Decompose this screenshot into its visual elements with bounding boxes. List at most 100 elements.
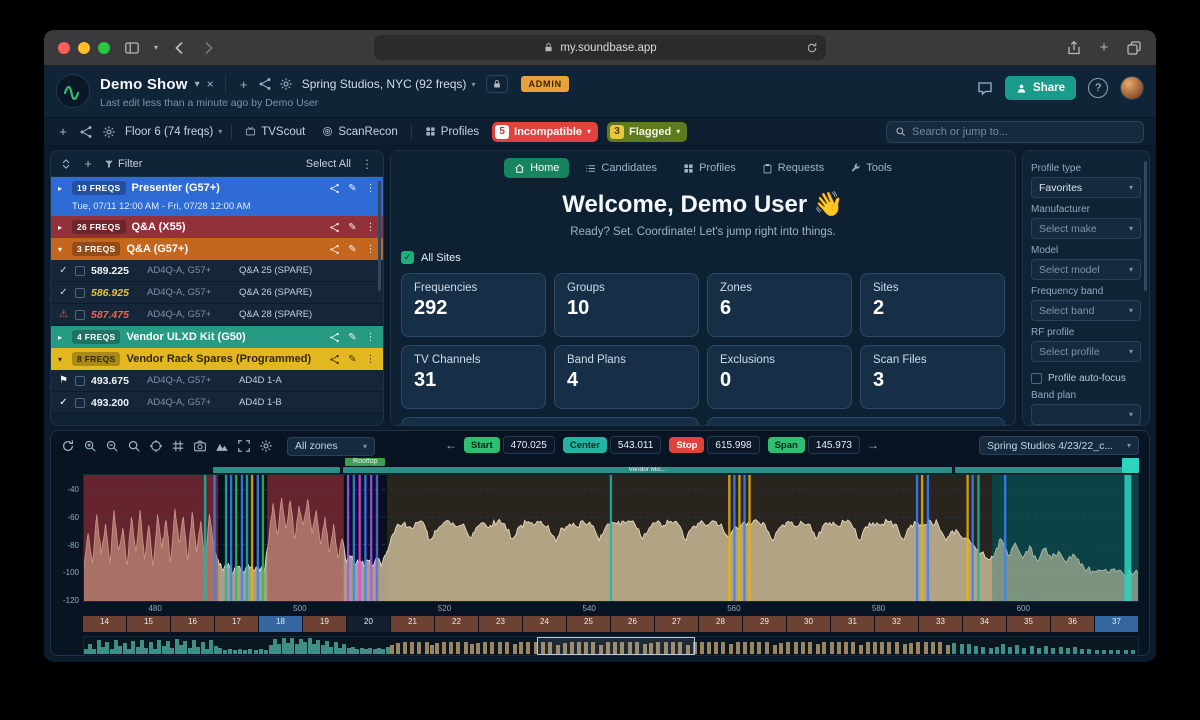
stat-card-groups[interactable]: Groups 10 xyxy=(554,273,699,337)
step-right-button[interactable]: → xyxy=(867,438,879,452)
scanrecon-button[interactable]: ScanRecon xyxy=(318,124,401,140)
tv-channel-34[interactable]: 34 xyxy=(963,616,1007,632)
help-button[interactable]: ? xyxy=(1088,78,1108,98)
close-window-button[interactable] xyxy=(58,41,70,54)
kebab-menu-icon[interactable]: ⋮ xyxy=(365,354,376,365)
share-icon[interactable] xyxy=(258,77,272,91)
kebab-menu-icon[interactable]: ⋮ xyxy=(360,157,374,171)
tv-channel-14[interactable]: 14 xyxy=(83,616,127,632)
edit-icon[interactable]: ✎ xyxy=(347,222,358,233)
share-icon[interactable] xyxy=(329,222,340,233)
row-checkbox[interactable] xyxy=(75,375,85,386)
soundbase-logo[interactable] xyxy=(56,74,90,108)
select-rf-profile[interactable]: Select profile ▾ xyxy=(1031,341,1141,362)
chevron-right-icon[interactable]: ▸ xyxy=(58,333,66,342)
tv-channel-26[interactable]: 26 xyxy=(611,616,655,632)
reload-icon[interactable] xyxy=(61,439,75,453)
kebab-menu-icon[interactable]: ⋮ xyxy=(365,332,376,343)
select-profile-type[interactable]: Favorites ▾ xyxy=(1031,177,1141,198)
target-icon[interactable] xyxy=(149,439,163,453)
edit-icon[interactable]: ✎ xyxy=(347,354,358,365)
tv-channel-35[interactable]: 35 xyxy=(1007,616,1051,632)
global-search[interactable] xyxy=(886,120,1144,143)
tv-channel-24[interactable]: 24 xyxy=(523,616,567,632)
row-checkbox[interactable] xyxy=(75,265,85,276)
zones-selector[interactable]: All zones ▾ xyxy=(287,436,375,456)
spec-span-value[interactable]: 145.973 xyxy=(807,436,860,454)
tv-channel-31[interactable]: 31 xyxy=(831,616,875,632)
tv-channel-27[interactable]: 27 xyxy=(655,616,699,632)
step-left-button[interactable]: ← xyxy=(445,438,457,452)
stat-card-band-plans[interactable]: Band Plans 4 xyxy=(554,345,699,409)
tv-channel-32[interactable]: 32 xyxy=(875,616,919,632)
row-checkbox[interactable] xyxy=(75,287,85,298)
chevron-down-icon[interactable]: ▾ xyxy=(58,245,66,254)
new-tab-button[interactable]: + xyxy=(1096,40,1112,56)
row-checkbox[interactable] xyxy=(75,309,85,320)
spec-stop-value[interactable]: 615.998 xyxy=(707,436,760,454)
select-model[interactable]: Select model ▾ xyxy=(1031,259,1141,280)
tab-candidates[interactable]: Candidates xyxy=(575,158,667,178)
tv-channel-19[interactable]: 19 xyxy=(303,616,347,632)
tv-channel-21[interactable]: 21 xyxy=(391,616,435,632)
tv-channel-23[interactable]: 23 xyxy=(479,616,523,632)
frequency-row[interactable]: ⚑ 493.675 AD4Q-A, G57+ AD4D 1-A xyxy=(51,370,383,392)
site-selector[interactable]: Spring Studios, NYC (92 freqs) ▾ xyxy=(302,77,476,91)
kebab-menu-icon[interactable]: ⋮ xyxy=(365,244,376,255)
tv-channel-30[interactable]: 30 xyxy=(787,616,831,632)
minimap[interactable] xyxy=(83,636,1139,656)
chevron-down-icon[interactable]: ▾ xyxy=(58,355,66,364)
stat-card-zones[interactable]: Zones 6 xyxy=(707,273,852,337)
frequency-row[interactable]: ✓ 493.200 AD4Q-A, G57+ AD4D 1-B xyxy=(51,392,383,414)
share-icon[interactable] xyxy=(79,125,93,139)
tab-requests[interactable]: Requests xyxy=(752,158,834,178)
settings-gear-icon[interactable] xyxy=(279,77,293,91)
show-selector-chevron-icon[interactable]: ▾ xyxy=(195,79,200,90)
back-button[interactable] xyxy=(172,40,188,56)
tv-channel-16[interactable]: 16 xyxy=(171,616,215,632)
zoomin-icon[interactable] xyxy=(83,439,97,453)
chevron-right-icon[interactable]: ▸ xyxy=(58,223,66,232)
share-icon[interactable] xyxy=(329,354,340,365)
stat-card-tv-channels[interactable]: TV Channels 31 xyxy=(401,345,546,409)
group-header-presenter-g57[interactable]: ▸ 19 FREQS Presenter (G57+) ✎ ⋮ xyxy=(51,177,383,199)
group-header-vendor-rack-spares-programmed[interactable]: ▾ 8 FREQS Vendor Rack Spares (Programmed) ✎… xyxy=(51,348,383,370)
zone-marker-bar[interactable] xyxy=(1121,458,1139,473)
peak-icon[interactable] xyxy=(215,439,229,453)
tv-channel-33[interactable]: 33 xyxy=(919,616,963,632)
minimize-window-button[interactable] xyxy=(78,41,90,54)
select-band-plan[interactable]: ▾ xyxy=(1031,404,1141,425)
filter-button[interactable]: Filter xyxy=(104,158,142,170)
zoom-window-button[interactable] xyxy=(98,41,110,54)
tvscout-button[interactable]: TVScout xyxy=(241,124,309,140)
share-icon[interactable] xyxy=(329,332,340,343)
add-icon[interactable]: + xyxy=(237,77,251,92)
zone-marker-rooftop[interactable]: Rooftop xyxy=(345,458,386,466)
stat-card-sites[interactable]: Sites 2 xyxy=(860,273,1005,337)
tv-channel-17[interactable]: 17 xyxy=(215,616,259,632)
tv-channel-18[interactable]: 18 xyxy=(259,616,303,632)
reload-icon[interactable] xyxy=(806,42,818,54)
tab-tools[interactable]: Tools xyxy=(840,158,902,178)
tv-channel-25[interactable]: 25 xyxy=(567,616,611,632)
search-icon[interactable] xyxy=(127,439,141,453)
scan-file-selector[interactable]: Spring Studios 4/23/22_c... ▾ xyxy=(979,436,1139,455)
group-header-vendor-ulxd-kit-g50[interactable]: ▸ 4 FREQS Vendor ULXD Kit (G50) ✎ ⋮ xyxy=(51,326,383,348)
select-all-button[interactable]: Select All xyxy=(306,158,351,170)
tab-overview-icon[interactable] xyxy=(1126,40,1142,56)
profile-auto-focus-toggle[interactable]: Profile auto-focus xyxy=(1031,373,1141,384)
search-input[interactable] xyxy=(912,125,1135,138)
tab-home[interactable]: Home xyxy=(504,158,570,178)
edit-icon[interactable]: ✎ xyxy=(347,244,358,255)
camera-icon[interactable] xyxy=(193,439,207,453)
stat-card-frequencies[interactable]: Frequencies 292 xyxy=(401,273,546,337)
settings-gear-icon[interactable] xyxy=(102,125,116,139)
stat-card-exclusions[interactable]: Exclusions 0 xyxy=(707,345,852,409)
chevron-right-icon[interactable]: ▸ xyxy=(58,184,66,193)
group-header-q-a-g57[interactable]: ▾ 3 FREQS Q&A (G57+) ✎ ⋮ xyxy=(51,238,383,260)
zone-marker-bar[interactable] xyxy=(954,467,1136,473)
collapse-all-icon[interactable] xyxy=(60,158,72,170)
tv-channel-22[interactable]: 22 xyxy=(435,616,479,632)
gear-icon[interactable] xyxy=(259,439,273,453)
tv-channel-36[interactable]: 36 xyxy=(1051,616,1095,632)
